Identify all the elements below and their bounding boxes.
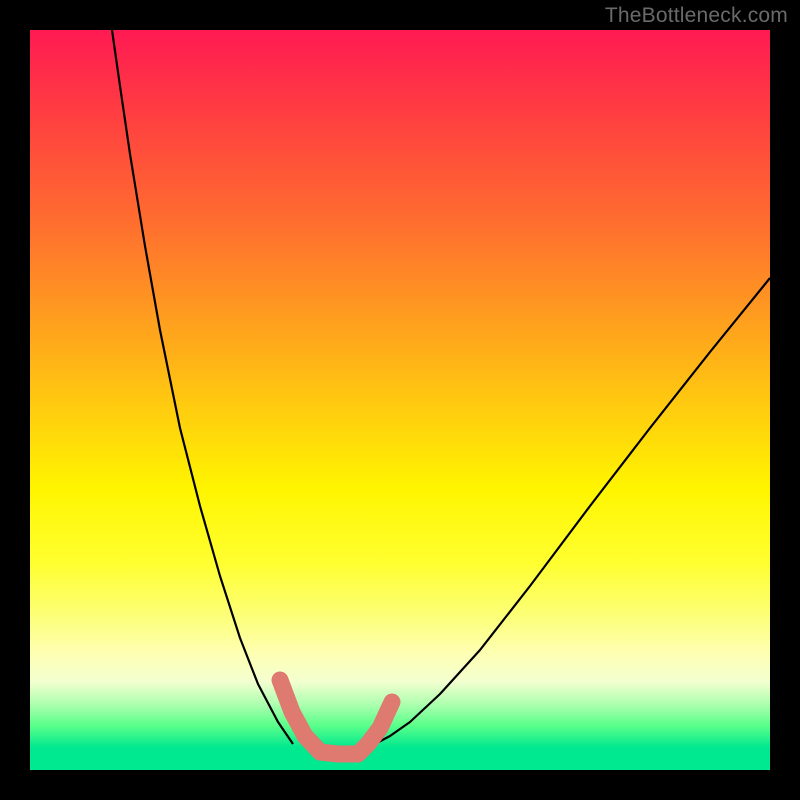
watermark-text: TheBottleneck.com <box>605 4 788 28</box>
series-valley-band <box>280 680 392 754</box>
plot-area <box>30 30 770 770</box>
series-right-curve <box>375 278 770 744</box>
chart-frame: TheBottleneck.com <box>0 0 800 800</box>
curve-layer <box>30 30 770 770</box>
series-left-curve <box>112 30 293 744</box>
